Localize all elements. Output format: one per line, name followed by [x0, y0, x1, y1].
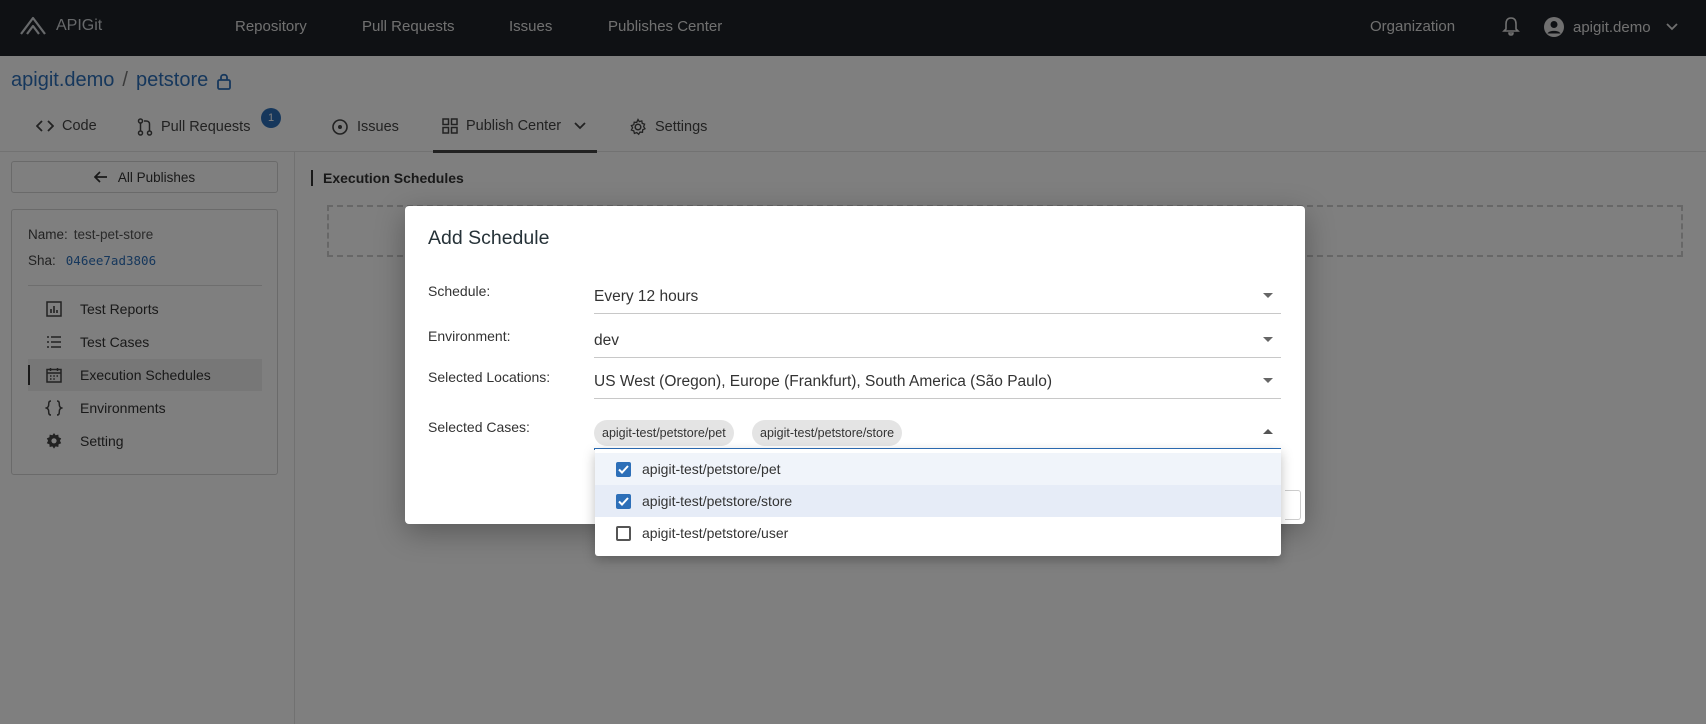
schedule-select[interactable]: Every 12 hours [594, 278, 1281, 314]
environment-select[interactable]: dev [594, 322, 1281, 358]
caret-down-icon [1263, 337, 1273, 342]
case-chip[interactable]: apigit-test/petstore/store [752, 420, 903, 446]
checkbox-checked-icon[interactable] [616, 461, 631, 477]
caret-down-icon [1263, 378, 1273, 383]
caret-up-icon [1263, 429, 1273, 434]
environment-label: Environment: [428, 328, 511, 344]
locations-value: US West (Oregon), Europe (Frankfurt), So… [594, 373, 1053, 390]
schedule-label: Schedule: [428, 283, 491, 299]
dialog-action-button[interactable] [1285, 490, 1301, 520]
environment-value: dev [594, 332, 619, 349]
case-option-pet[interactable]: apigit-test/petstore/pet [595, 453, 1281, 485]
checkbox-unchecked-icon[interactable] [616, 525, 631, 541]
dialog-title: Add Schedule [428, 227, 550, 249]
locations-label: Selected Locations: [428, 369, 551, 385]
schedule-value: Every 12 hours [594, 288, 699, 305]
cases-label: Selected Cases: [428, 419, 530, 435]
cases-select[interactable]: apigit-test/petstore/pet apigit-test/pet… [594, 410, 1281, 450]
case-option-label: apigit-test/petstore/store [642, 493, 793, 509]
locations-select[interactable]: US West (Oregon), Europe (Frankfurt), So… [594, 363, 1281, 399]
case-option-label: apigit-test/petstore/pet [642, 461, 781, 477]
cases-dropdown-list: apigit-test/petstore/pet apigit-test/pet… [595, 449, 1281, 556]
case-option-store[interactable]: apigit-test/petstore/store [595, 485, 1281, 517]
case-chip[interactable]: apigit-test/petstore/pet [594, 420, 734, 446]
case-option-label: apigit-test/petstore/user [642, 525, 789, 541]
case-option-user[interactable]: apigit-test/petstore/user [595, 517, 1281, 549]
checkbox-checked-icon[interactable] [616, 493, 631, 509]
caret-down-icon [1263, 293, 1273, 298]
